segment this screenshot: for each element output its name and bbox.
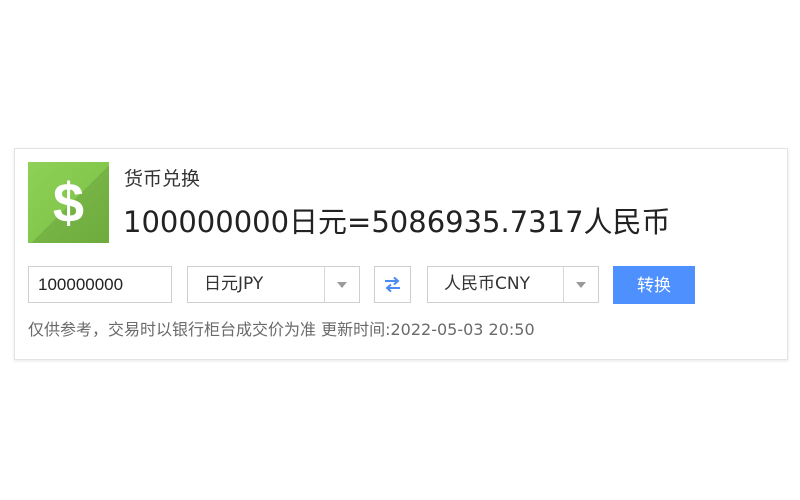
swap-arrows-icon: [385, 276, 400, 293]
disclaimer-note: 仅供参考，交易时以银行柜台成交价为准 更新时间:2022-05-03 20:50: [28, 320, 535, 339]
widget-title: 货币兑换: [124, 168, 201, 190]
dollar-sign-icon: $: [28, 162, 109, 243]
from-currency-select[interactable]: 日元JPY: [187, 266, 360, 303]
convert-button[interactable]: 转换: [613, 266, 695, 304]
conversion-result: 100000000日元=5086935.7317人民币: [123, 205, 671, 239]
from-currency-label: 日元JPY: [204, 274, 264, 294]
to-currency-label: 人民币CNY: [444, 274, 530, 294]
amount-input[interactable]: [28, 266, 172, 303]
chevron-down-icon[interactable]: [563, 267, 598, 302]
to-currency-select[interactable]: 人民币CNY: [427, 266, 599, 303]
currency-converter-card: $ 货币兑换 100000000日元=5086935.7317人民币 日元JPY…: [14, 148, 788, 360]
chevron-down-icon[interactable]: [324, 267, 359, 302]
logo-glyph: $: [52, 171, 85, 234]
swap-currencies-button[interactable]: [374, 266, 411, 303]
